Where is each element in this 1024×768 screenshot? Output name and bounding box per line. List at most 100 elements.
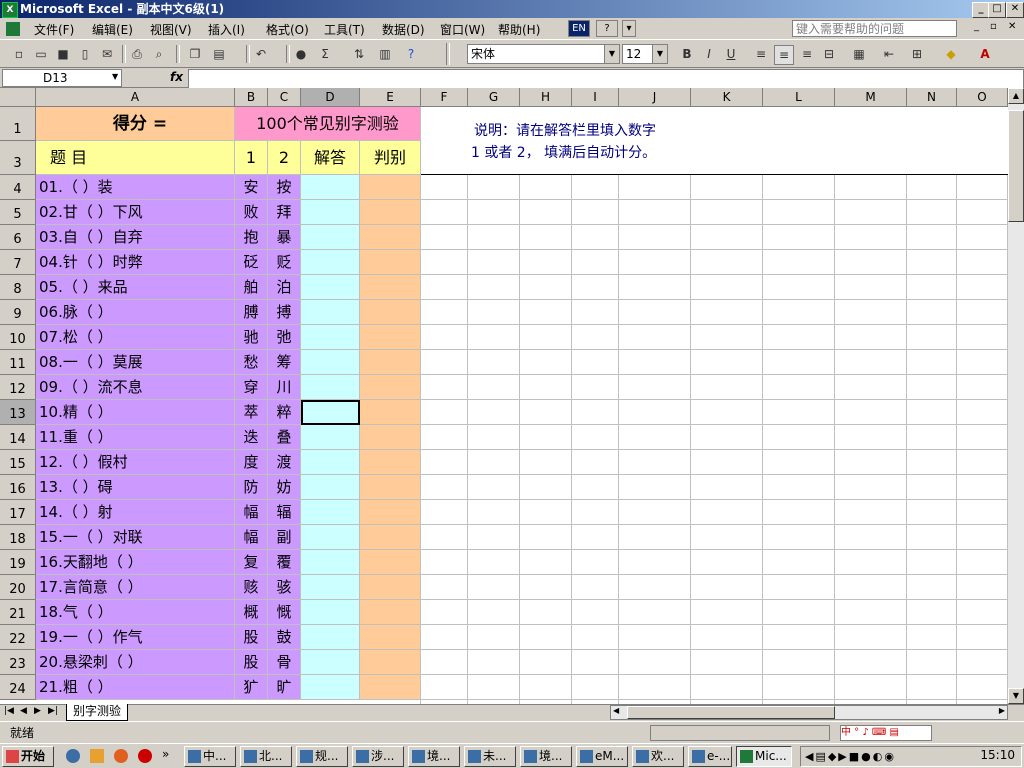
print-preview-icon[interactable]: ⌕	[150, 45, 168, 63]
task-item[interactable]: 欢...	[632, 746, 684, 767]
row-header[interactable]: 10	[0, 325, 36, 350]
answer-cell[interactable]	[301, 650, 360, 675]
row-header[interactable]: 14	[0, 425, 36, 450]
menu-data[interactable]: 数据(D)	[382, 21, 425, 38]
underline-icon[interactable]: U	[722, 45, 740, 63]
row-header[interactable]: 12	[0, 375, 36, 400]
column-header-a[interactable]: A	[36, 88, 235, 107]
chevron-right-icon[interactable]: »	[162, 747, 169, 761]
menu-insert[interactable]: 插入(I)	[208, 21, 245, 38]
row-header[interactable]: 4	[0, 175, 36, 200]
task-item[interactable]: eM...	[576, 746, 628, 767]
answer-cell[interactable]	[301, 250, 360, 275]
merge-center-icon[interactable]: ⊟	[820, 45, 838, 63]
answer-cell[interactable]	[301, 175, 360, 200]
answer-cell[interactable]	[301, 275, 360, 300]
name-box[interactable]: D13	[2, 69, 122, 87]
currency-icon[interactable]: ▦	[850, 45, 868, 63]
menu-format[interactable]: 格式(O)	[266, 21, 309, 38]
permission-icon[interactable]: ▯	[76, 45, 94, 63]
answer-cell[interactable]	[301, 425, 360, 450]
row-header[interactable]: 18	[0, 525, 36, 550]
task-item[interactable]: 规...	[296, 746, 348, 767]
answer-cell[interactable]	[301, 350, 360, 375]
chevron-down-icon[interactable]: ▼	[652, 45, 667, 63]
column-header-c[interactable]: C	[268, 88, 301, 107]
start-button[interactable]: 开始	[2, 746, 54, 767]
column-header-g[interactable]: G	[468, 88, 520, 107]
last-sheet-icon[interactable]: ▶|	[48, 706, 58, 716]
print-icon[interactable]: ⎙	[128, 45, 146, 63]
column-header-d[interactable]: D	[301, 88, 360, 107]
spreadsheet-grid[interactable]: A B C D E F G H I J K L M N O 1 3 456789…	[0, 88, 1008, 704]
chart-wizard-icon[interactable]: ▥	[376, 45, 394, 63]
align-center-icon[interactable]: ≡	[774, 45, 794, 65]
excel-app-icon[interactable]: X	[2, 2, 18, 18]
column-header-m[interactable]: M	[835, 88, 907, 107]
task-item[interactable]: 未...	[464, 746, 516, 767]
column-header-h[interactable]: H	[520, 88, 572, 107]
row-header[interactable]: 24	[0, 675, 36, 700]
task-item-active[interactable]: Mic...	[736, 746, 792, 767]
paste-icon[interactable]: ▤	[210, 45, 228, 63]
app-icon[interactable]	[138, 749, 152, 763]
answer-cell[interactable]	[301, 200, 360, 225]
answer-cell[interactable]	[301, 450, 360, 475]
task-item[interactable]: e-...	[688, 746, 732, 767]
answer-cell[interactable]	[301, 300, 360, 325]
task-item[interactable]: 涉...	[352, 746, 404, 767]
decrease-indent-icon[interactable]: ⇤	[880, 45, 898, 63]
formula-input[interactable]	[188, 69, 1024, 89]
doc-restore-button[interactable]: ▫	[990, 21, 997, 32]
undo-icon[interactable]: ↶	[252, 45, 270, 63]
hyperlink-icon[interactable]: ●	[292, 45, 310, 63]
row-header[interactable]: 16	[0, 475, 36, 500]
row-header[interactable]: 9	[0, 300, 36, 325]
email-icon[interactable]: ✉	[98, 45, 116, 63]
answer-cell[interactable]	[301, 325, 360, 350]
answer-cell[interactable]	[301, 550, 360, 575]
new-icon[interactable]: ▫	[10, 45, 28, 63]
column-header-n[interactable]: N	[907, 88, 957, 107]
chevron-down-icon[interactable]: ▼	[604, 45, 619, 63]
horizontal-scrollbar[interactable]: ◀ ▶	[610, 705, 1008, 720]
menu-file[interactable]: 文件(F)	[34, 21, 74, 38]
italic-icon[interactable]: I	[700, 45, 718, 63]
font-name-select[interactable]: 宋体 ▼	[467, 44, 620, 64]
vertical-scrollbar[interactable]: ▲ ▼	[1008, 88, 1024, 704]
row-header[interactable]: 1	[0, 107, 36, 141]
menu-help[interactable]: 帮助(H)	[498, 21, 540, 38]
close-button[interactable]: ✕	[1006, 2, 1024, 18]
row-header[interactable]: 23	[0, 650, 36, 675]
answer-cell[interactable]	[301, 500, 360, 525]
function-icon[interactable]: fx	[170, 70, 183, 84]
scroll-down-icon[interactable]: ▼	[1008, 688, 1024, 704]
column-header-j[interactable]: J	[619, 88, 691, 107]
help-badge[interactable]: ?	[596, 20, 618, 37]
open-icon[interactable]: ▭	[32, 45, 50, 63]
firefox-icon[interactable]	[114, 749, 128, 763]
row-header[interactable]: 22	[0, 625, 36, 650]
row-header[interactable]: 19	[0, 550, 36, 575]
language-badge[interactable]: EN	[568, 20, 590, 37]
font-color-icon[interactable]: A	[976, 45, 994, 63]
answer-cell[interactable]	[301, 675, 360, 700]
next-sheet-icon[interactable]: ▶	[34, 706, 41, 716]
sheet-tab-active[interactable]: 别字测验	[66, 704, 129, 721]
answer-cell[interactable]	[301, 575, 360, 600]
column-header-l[interactable]: L	[763, 88, 835, 107]
save-icon[interactable]: ■	[54, 45, 72, 63]
row-header[interactable]: 13	[0, 400, 36, 425]
menu-view[interactable]: 视图(V)	[150, 21, 192, 38]
doc-minimize-button[interactable]: _	[974, 21, 979, 32]
row-header[interactable]: 6	[0, 225, 36, 250]
scroll-left-icon[interactable]: ◀	[613, 706, 619, 715]
column-header-f[interactable]: F	[421, 88, 468, 107]
select-all-corner[interactable]	[0, 88, 36, 107]
answer-cell[interactable]	[301, 400, 360, 425]
column-header-o[interactable]: O	[957, 88, 1008, 107]
answer-cell[interactable]	[301, 600, 360, 625]
row-header[interactable]: 15	[0, 450, 36, 475]
h-scrollbar-thumb[interactable]	[627, 706, 835, 719]
row-header[interactable]: 5	[0, 200, 36, 225]
